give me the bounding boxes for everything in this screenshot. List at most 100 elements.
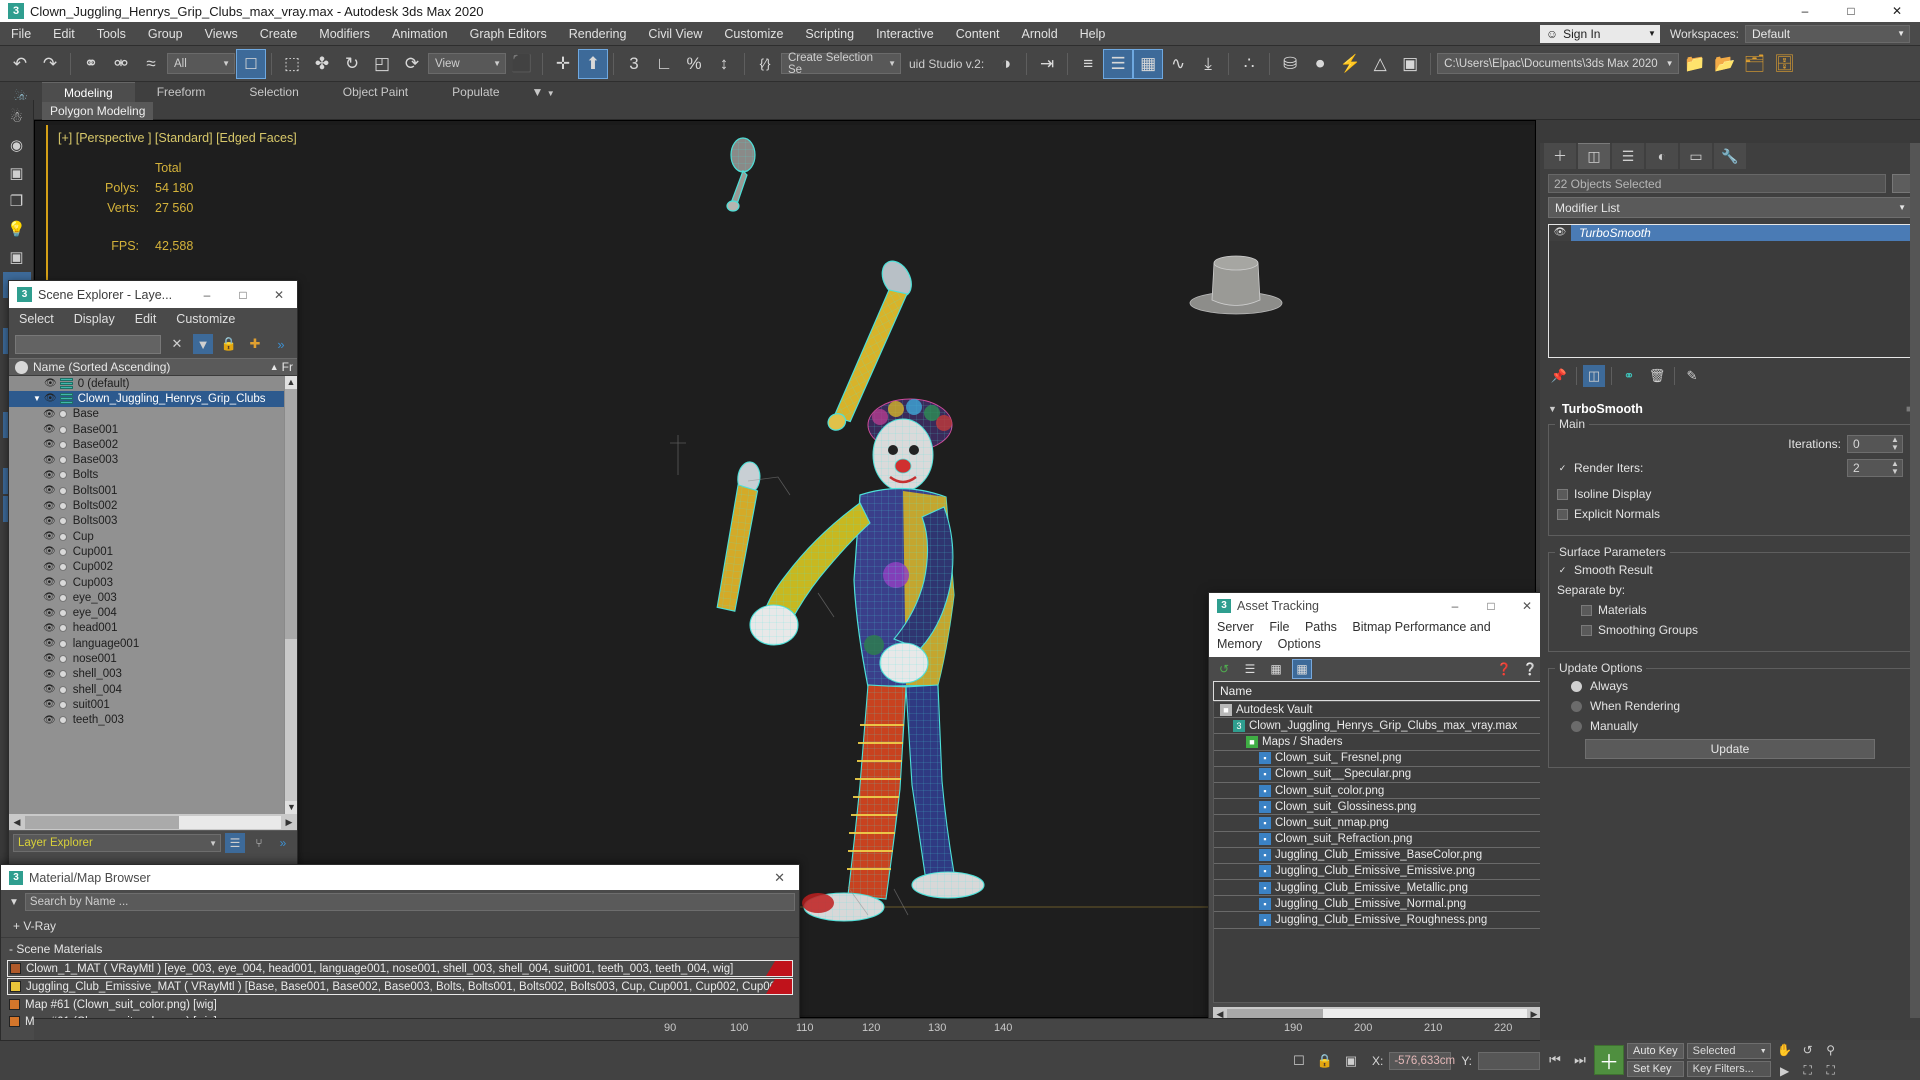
eye-icon[interactable]: 👁 (43, 485, 56, 496)
layer-explorer-button[interactable]: ≡ (1074, 50, 1102, 78)
minimize-button[interactable]: – (1782, 0, 1828, 22)
schematic-view-button[interactable]: ⤓ (1194, 50, 1222, 78)
mirror-button[interactable]: ◑ (992, 50, 1020, 78)
lock-icon[interactable]: 🔒 (219, 334, 239, 354)
list-icon[interactable]: ☰ (1241, 660, 1259, 678)
named-selection-sets-select[interactable]: Create Selection Se ▼ (781, 52, 901, 76)
key-mode-select[interactable]: Selected ▼ (1686, 1043, 1771, 1059)
eye-icon[interactable]: 👁 (43, 623, 56, 634)
eye-icon[interactable]: 👁 (43, 562, 56, 573)
tree-view-button[interactable]: ⑂ (249, 833, 269, 853)
pan-icon[interactable]: ✋ (1776, 1041, 1794, 1059)
open-project-folder-button[interactable]: 📂 (1711, 50, 1739, 78)
scene-explorer-row[interactable]: 👁 language001 (9, 636, 297, 651)
use-pivot-center-button[interactable]: ⬛ (508, 50, 536, 78)
modifier-stack-item-turbosmooth[interactable]: 👁 TurboSmooth (1549, 225, 1911, 241)
configure-modifier-sets-icon[interactable]: ✎ (1681, 365, 1703, 387)
project-structure-button[interactable]: 🗄 (1771, 50, 1799, 78)
scene-explorer-row[interactable]: 👁 Base001 (9, 422, 297, 437)
menu-views[interactable]: Views (194, 22, 249, 46)
asset-row[interactable]: 3 Clown_Juggling_Henrys_Grip_Clubs_max_vr… (1214, 718, 1540, 735)
material-row[interactable]: Juggling_Club_Emissive_MAT ( VRayMtl ) [… (7, 978, 793, 995)
explicit-normals-checkbox[interactable] (1557, 508, 1568, 520)
spinner-arrows-icon[interactable]: ▲ ▼ (1890, 460, 1902, 476)
update-always-row[interactable]: Always (1557, 679, 1903, 693)
separate-smoothing-groups-row[interactable]: Smoothing Groups (1557, 623, 1903, 637)
asset-row[interactable]: ▪ Clown_suit_Glossiness.png (1214, 799, 1540, 816)
layer-view-button[interactable]: ☰ (225, 833, 245, 853)
at-menu-server[interactable]: Server (1217, 620, 1254, 634)
overflow-icon[interactable]: » (271, 334, 291, 354)
snaps-toggle-button[interactable]: ✛ (549, 50, 577, 78)
se-menu-display[interactable]: Display (74, 312, 115, 326)
sphere-icon[interactable]: ◉ (3, 132, 31, 158)
asset-row[interactable]: ■ Autodesk Vault (1214, 702, 1540, 719)
asset-tracking-column-header[interactable]: Name (1213, 681, 1541, 701)
scene-explorer-row[interactable]: 👁 suit001 (9, 697, 297, 712)
menu-help[interactable]: Help (1069, 22, 1117, 46)
explorer-mode-select[interactable]: Layer Explorer ▼ (13, 834, 221, 852)
scene-materials-header[interactable]: - Scene Materials (1, 938, 799, 960)
angle-snap-button[interactable]: 3 (620, 50, 648, 78)
align-button[interactable]: ⇥ (1033, 50, 1061, 78)
hscroll-thumb[interactable] (25, 815, 179, 829)
eye-icon[interactable]: 👁 (44, 378, 57, 389)
snap-up-button[interactable]: ⬆ (578, 48, 608, 79)
isoline-display-checkbox[interactable] (1557, 488, 1568, 500)
scene-explorer-row[interactable]: 👁 shell_004 (9, 682, 297, 697)
scroll-up-icon[interactable]: ▲ (285, 376, 297, 389)
separate-materials-checkbox[interactable] (1581, 604, 1592, 616)
undo-button[interactable]: ↶ (6, 50, 34, 78)
x-coordinate-field[interactable]: -576,633cm (1389, 1051, 1455, 1070)
update-manually-radio[interactable] (1571, 720, 1582, 732)
select-and-link-button[interactable]: ⚭ (77, 50, 105, 78)
eye-icon[interactable]: 👁 (43, 669, 56, 680)
menu-edit[interactable]: Edit (42, 22, 86, 46)
eye-icon[interactable]: 👁 (43, 409, 56, 420)
scene-explorer-button[interactable]: ☰ (1103, 48, 1134, 79)
scene-explorer-vscrollbar[interactable]: ▲ ▼ (284, 376, 297, 814)
clear-icon[interactable]: ✕ (167, 334, 187, 354)
rollout-header[interactable]: ▼ TurboSmooth ■ (1548, 402, 1912, 416)
eye-icon[interactable]: 👁 (43, 470, 56, 481)
eye-icon[interactable]: 👁 (1549, 225, 1571, 241)
spinner-snap-button[interactable]: ↕ (710, 50, 738, 78)
ribbon-overflow-button[interactable]: ▼ ▼ (522, 82, 565, 102)
scene-explorer-row[interactable]: 👁 Base (9, 407, 297, 422)
eye-icon[interactable]: 👁 (43, 531, 56, 542)
separate-smoothing-groups-checkbox[interactable] (1581, 624, 1592, 636)
camera-icon[interactable]: ▣ (3, 244, 31, 270)
se-menu-customize[interactable]: Customize (176, 312, 235, 326)
pin-stack-icon[interactable]: 📌 (1548, 365, 1570, 387)
scroll-left-icon[interactable]: ◀ (9, 817, 25, 828)
lock-icon[interactable]: 🔒 (1314, 1050, 1336, 1072)
scene-explorer-row[interactable]: 👁 teeth_003 (9, 713, 297, 728)
update-manually-row[interactable]: Manually (1557, 719, 1903, 733)
menu-group[interactable]: Group (137, 22, 194, 46)
asset-row[interactable]: ▪ Juggling_Club_Emissive_Emissive.png (1214, 864, 1540, 881)
render-production-button[interactable]: ⚡ (1336, 50, 1364, 78)
render-iterative-button[interactable]: △ (1366, 50, 1394, 78)
eye-icon[interactable]: 👁 (43, 592, 56, 603)
scene-explorer-row[interactable]: 👁 Base003 (9, 452, 297, 467)
eye-icon[interactable]: 👁 (43, 699, 56, 710)
scroll-down-icon[interactable]: ▼ (285, 801, 297, 814)
asset-row[interactable]: ▪ Clown_suit_Refraction.png (1214, 832, 1540, 848)
eye-icon[interactable]: 👁 (43, 684, 56, 695)
zoom-extents-icon[interactable]: ⛶ (1799, 1062, 1817, 1080)
eye-icon[interactable]: 👁 (43, 608, 56, 619)
project-settings-button[interactable]: 📁 (1681, 50, 1709, 78)
help-globe-icon[interactable]: ❓ (1495, 660, 1513, 678)
selection-filter-select[interactable]: All ▼ (167, 53, 235, 74)
material-search-input[interactable]: Search by Name ... (24, 893, 795, 911)
show-end-result-icon[interactable]: ◫ (1583, 365, 1605, 387)
asset-row[interactable]: ▪ Clown_suit_ Fresnel.png (1214, 751, 1540, 767)
motion-tab[interactable]: ◐ (1646, 143, 1678, 169)
material-row[interactable]: Clown_1_MAT ( VRayMtl ) [eye_003, eye_00… (7, 960, 793, 977)
select-by-name-button[interactable]: ⬚ (278, 50, 306, 78)
eye-icon[interactable]: 👁 (43, 715, 56, 726)
eye-icon[interactable]: 👁 (43, 501, 56, 512)
grid-icon[interactable]: ▦ (1292, 659, 1312, 679)
eye-icon[interactable]: 👁 (43, 577, 56, 588)
menu-customize[interactable]: Customize (713, 22, 794, 46)
